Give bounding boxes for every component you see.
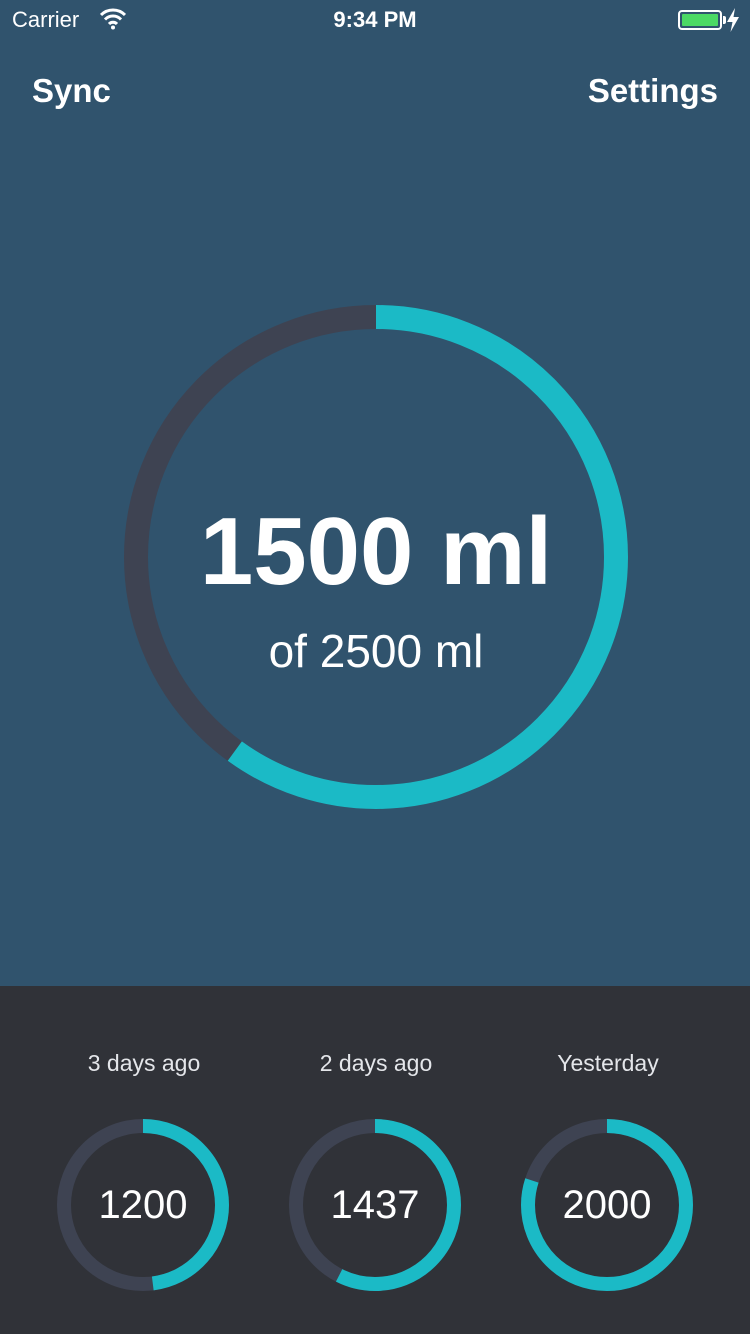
today-amount: 1500 ml bbox=[199, 498, 553, 605]
history-day-3-days-ago[interactable]: 3 days ago 1200 bbox=[28, 986, 260, 1334]
status-time: 9:34 PM bbox=[333, 7, 417, 32]
day-label: 3 days ago bbox=[87, 1050, 201, 1076]
history-day-2-days-ago[interactable]: 2 days ago 1437 bbox=[260, 986, 492, 1334]
history-day-yesterday[interactable]: Yesterday 2000 bbox=[492, 986, 724, 1334]
battery-icon bbox=[678, 10, 722, 30]
charging-bolt-icon bbox=[727, 8, 739, 32]
day-label: Yesterday bbox=[557, 1050, 659, 1076]
history-panel: 3 days ago 1200 2 days ago 1437 Yesterda… bbox=[0, 986, 750, 1334]
settings-button[interactable]: Settings bbox=[588, 72, 718, 110]
day-amount: 1200 bbox=[98, 1183, 188, 1227]
day-label: 2 days ago bbox=[319, 1050, 433, 1076]
status-bar: Carrier 9:34 PM bbox=[0, 0, 750, 40]
battery-fill bbox=[682, 14, 718, 26]
today-summary: 1500 ml of 2500 ml bbox=[124, 305, 628, 809]
day-amount: 1437 bbox=[330, 1183, 420, 1227]
day-amount: 2000 bbox=[562, 1183, 652, 1227]
today-goal: of 2500 ml bbox=[268, 625, 484, 677]
sync-button[interactable]: Sync bbox=[32, 72, 111, 110]
